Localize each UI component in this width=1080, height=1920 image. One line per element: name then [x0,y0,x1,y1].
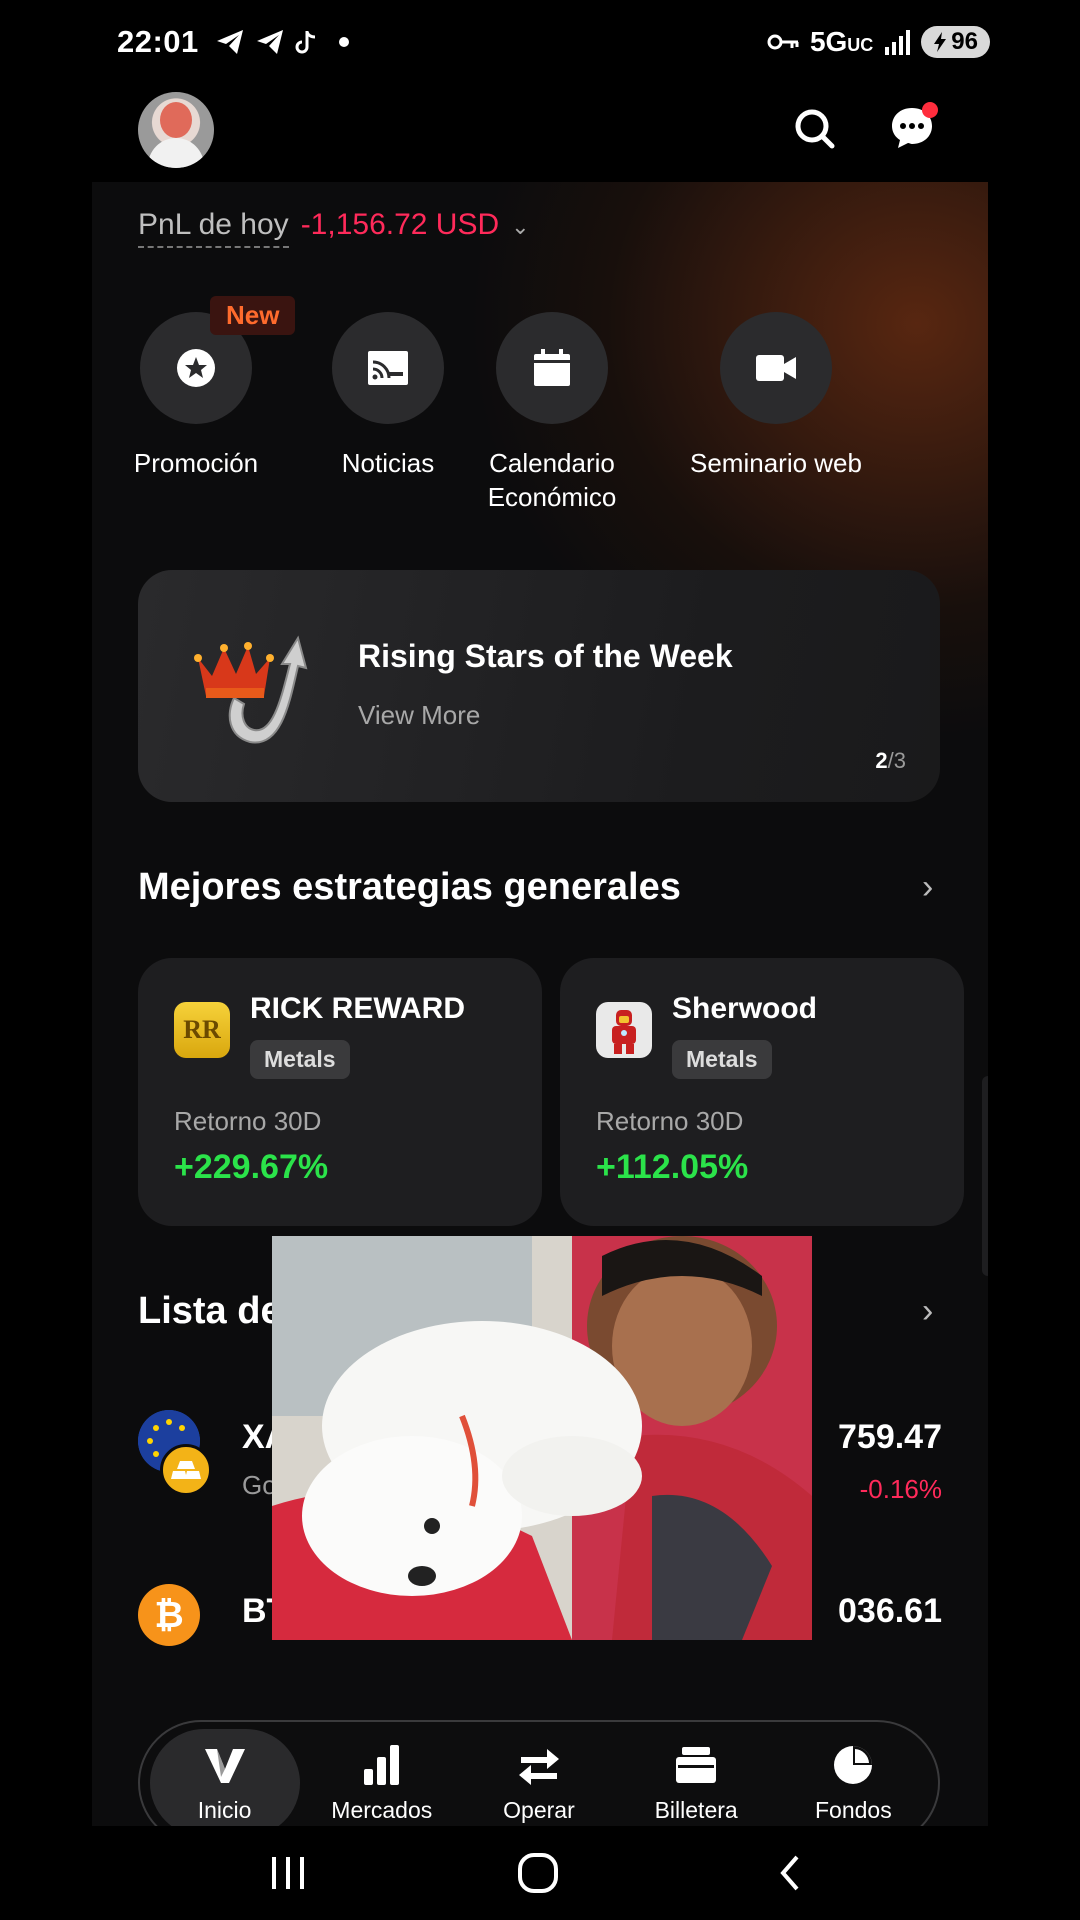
quick-action-label: Promoción [133,448,259,478]
back-button-icon[interactable] [760,1848,820,1898]
network-type: 5GUC [809,26,874,57]
tab-label: Fondos [814,1796,892,1823]
calendar-icon [496,312,608,424]
strategies-title: Mejores estrategias generales [138,866,681,908]
quick-action-noticias[interactable]: Noticias [298,312,478,480]
news-cast-icon [332,312,444,424]
pnl-today[interactable]: PnL de hoy -1,156.72 USD ⌄ [138,208,530,248]
telegram-icon [257,30,283,54]
chevron-right-icon[interactable]: › [922,1292,933,1331]
next-card-peek [982,1076,988,1276]
recent-apps-icon[interactable] [258,1848,318,1898]
strategy-name: Sherwood [672,992,818,1025]
tab-operar[interactable]: Operar [464,1729,614,1826]
search-icon[interactable] [792,106,836,150]
row-price: 036.61 [838,1592,942,1630]
battery-charging-icon [934,32,947,52]
tab-label: Inicio [197,1796,252,1823]
chevron-down-icon[interactable]: ⌄ [511,214,529,240]
overlay-photo [272,1236,812,1640]
telegram-icon [217,30,243,54]
tab-mercados[interactable]: Mercados [307,1729,457,1826]
tab-inicio[interactable]: Inicio [149,1729,300,1826]
gold-bars-icon [160,1444,212,1496]
system-nav-bar [0,1826,1080,1920]
app-screen: PnL de hoy -1,156.72 USD ⌄ New Promoción… [92,86,988,1826]
return-value: +112.05% [596,1148,749,1186]
crown-arrow-icon [194,635,308,744]
tab-label: Operar [503,1796,575,1823]
pnl-label: PnL de hoy [138,208,289,248]
quick-action-label: Calendario Económico [487,448,617,512]
row-price: 759.47 [838,1418,942,1456]
banner-title: Rising Stars of the Week [358,638,733,674]
wallet-icon [676,1746,717,1783]
tab-label: Billetera [654,1796,738,1823]
strategy-card-rick-reward[interactable]: RR RICK REWARD Metals Retorno 30D +229.6… [138,958,542,1226]
quick-action-promocion[interactable]: Promoción [114,312,278,480]
bar-chart-icon [363,1744,399,1785]
banner-view-more[interactable]: View More [358,700,480,731]
tiktok-icon [295,31,316,54]
bitcoin-icon: ₿ [138,1584,200,1646]
return-value: +229.67% [174,1148,329,1186]
signal-icon [885,30,911,55]
avatar[interactable] [138,92,214,168]
strategy-card-sherwood[interactable]: Sherwood Metals Retorno 30D +112.05% [560,958,964,1226]
battery-indicator: 96 [921,26,990,58]
status-system-icons: 5GUC 96 [766,26,990,58]
return-label: Retorno 30D [174,1106,322,1136]
chevron-right-icon[interactable]: › [922,868,933,907]
status-notification-icons [215,28,353,56]
home-v-logo-icon [204,1748,245,1783]
tab-label: Mercados [331,1796,433,1823]
video-camera-icon [720,312,832,424]
top-header [92,86,988,182]
watchlist-title: Lista de [138,1290,282,1332]
notification-dot [922,102,938,118]
strategy-name: RICK REWARD [250,992,465,1025]
return-label: Retorno 30D [596,1106,744,1136]
rising-stars-banner[interactable]: Rising Stars of the Week View More 2/3 [138,570,940,802]
bottom-tab-bar: Inicio Mercados Operar Billetera Fondos [138,1720,940,1826]
new-badge: New [210,296,296,335]
vpn-key-icon [767,34,799,50]
pie-chart-icon [834,1745,873,1784]
quick-action-calendario[interactable]: Calendario Económico [452,312,652,514]
status-bar: 22:01 5GUC 96 [0,0,1080,86]
quick-action-seminario[interactable]: Seminario web [678,312,874,480]
ironman-avatar-icon [596,1002,652,1058]
strategy-tag: Metals [250,1040,350,1079]
pnl-value: -1,156.72 USD [300,208,500,241]
row-change: -0.16% [859,1474,942,1504]
banner-pagination: 2/3 [875,748,906,773]
quick-action-label: Noticias [341,448,435,478]
quick-action-label: Seminario web [690,448,862,478]
swap-arrows-icon [518,1748,559,1785]
rr-logo-icon: RR [174,1002,230,1058]
tab-billetera[interactable]: Billetera [621,1729,771,1826]
status-time: 22:01 [117,24,199,59]
strategy-tag: Metals [672,1040,772,1079]
dot-icon [339,37,349,47]
home-button-icon[interactable] [508,1848,568,1898]
tab-fondos[interactable]: Fondos [778,1729,928,1826]
